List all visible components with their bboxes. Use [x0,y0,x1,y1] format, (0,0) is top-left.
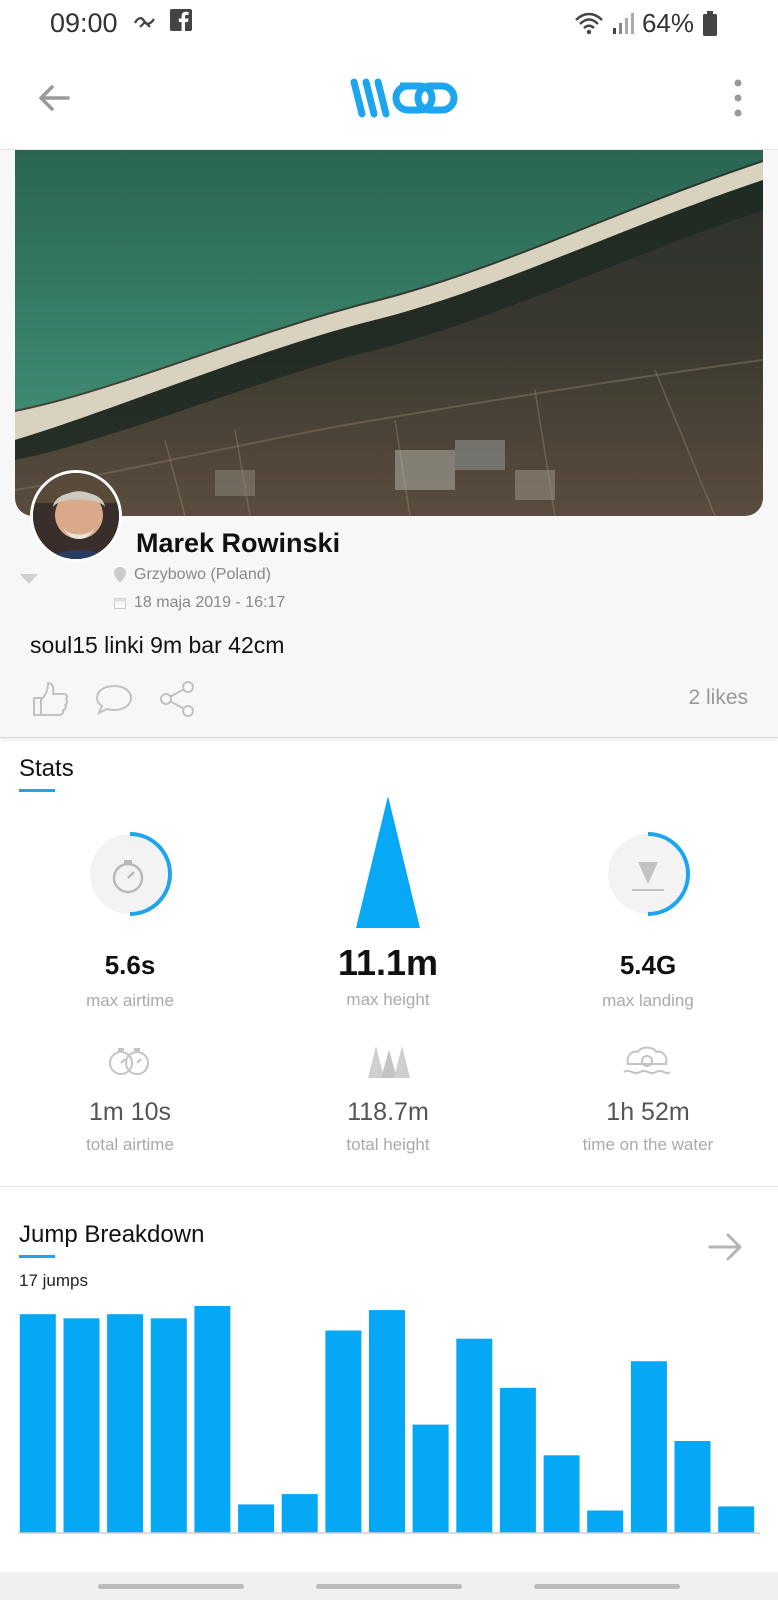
jump-bar-2[interactable] [63,1318,100,1533]
likes-count[interactable]: 2 likes [688,686,748,710]
max-height-label: max height [346,990,430,1009]
jump-bar-11[interactable] [456,1338,493,1533]
total-height-icon [368,1046,410,1078]
stat-max-landing: 5.4G max landing [538,950,758,1011]
post-actions [30,680,198,718]
time-on-water-label: time on the water [582,1135,714,1154]
stats-underline [19,789,55,792]
jump-bar-14[interactable] [587,1510,624,1534]
location-row: Grzybowo (Poland) [114,566,271,584]
max-landing-label: max landing [602,991,694,1010]
date-row: 18 maja 2019 - 16:17 [114,594,285,612]
battery-icon [703,10,717,36]
calendar-icon [114,598,126,609]
max-airtime-label: max airtime [86,991,174,1010]
nav-recents-button[interactable] [98,1584,244,1589]
back-arrow-icon[interactable] [30,74,78,122]
signal-icon [612,12,634,34]
jump-bar-15[interactable] [630,1361,667,1533]
system-nav-bar [0,1572,778,1600]
total-airtime-value: 1m 10s [89,1098,171,1126]
stat-time-on-water: 1h 52m time on the water [538,1098,758,1155]
jump-breakdown-chart [18,1306,760,1534]
nav-back-button[interactable] [534,1584,680,1589]
user-name[interactable]: Marek Rowinski [136,528,340,559]
jump-bar-13[interactable] [543,1455,580,1533]
jump-bar-8[interactable] [325,1330,362,1534]
jump-bar-17[interactable] [718,1506,755,1533]
jump-bar-1[interactable] [19,1314,56,1533]
share-icon[interactable] [158,680,198,718]
nav-home-button[interactable] [316,1584,462,1589]
max-airtime-value: 5.6s [104,950,156,980]
stats-title: Stats [19,755,74,782]
chevron-down-icon[interactable] [20,574,38,586]
app-bar [0,46,778,150]
total-height-label: total height [346,1135,430,1154]
more-vert-icon[interactable] [726,76,750,120]
location-text: Grzybowo (Poland) [134,566,271,583]
post-card[interactable]: Marek Rowinski Grzybowo (Poland) 18 maja… [0,150,778,738]
jump-bar-6[interactable] [238,1504,275,1533]
status-bar: 09:00 64% [0,0,778,46]
jump-bar-7[interactable] [281,1494,318,1533]
jump-breakdown-title: Jump Breakdown [19,1221,205,1248]
max-landing-value: 5.4G [619,950,677,980]
water-icon [623,1046,671,1075]
location-pin-icon [114,567,126,583]
jump-bar-10[interactable] [412,1424,449,1533]
max-height-triangle-icon [356,796,420,928]
jump-bar-16[interactable] [674,1441,711,1533]
total-airtime-label: total airtime [86,1135,174,1154]
post-text: soul15 linki 9m bar 42cm [30,632,285,658]
battery-percent: 64% [641,8,694,38]
jump-bar-9[interactable] [369,1310,405,1533]
gesture-icon [133,17,155,28]
comment-icon[interactable] [94,680,134,718]
jump-bar-5[interactable] [194,1306,231,1533]
jump-bar-4[interactable] [150,1318,187,1533]
stat-max-height: 11.1m max height [278,942,498,1010]
like-icon[interactable] [30,680,70,718]
max-height-value: 11.1m [337,942,439,983]
jump-bar-3[interactable] [107,1314,144,1533]
total-height-value: 118.7m [347,1098,429,1126]
date-text: 18 maja 2019 - 16:17 [134,594,286,611]
time-on-water-value: 1h 52m [606,1098,690,1126]
map-image [15,150,763,516]
stat-total-airtime: 1m 10s total airtime [20,1098,240,1155]
facebook-icon [170,9,192,31]
stat-total-height: 118.7m total height [278,1098,498,1155]
jump-bar-12[interactable] [499,1387,536,1533]
jump-count: 17 jumps [19,1271,88,1290]
total-airtime-icon [109,1048,149,1075]
max-airtime-gauge [90,832,172,916]
max-landing-gauge [608,832,690,916]
arrow-right-icon[interactable] [708,1232,744,1262]
wifi-icon [575,12,603,34]
status-time: 09:00 [50,8,118,38]
jump-breakdown-underline [19,1255,55,1258]
woo-logo [350,78,458,118]
avatar[interactable] [30,470,122,562]
section-divider [0,1186,778,1187]
satellite-map[interactable] [15,150,763,516]
stat-max-airtime: 5.6s max airtime [20,950,240,1011]
